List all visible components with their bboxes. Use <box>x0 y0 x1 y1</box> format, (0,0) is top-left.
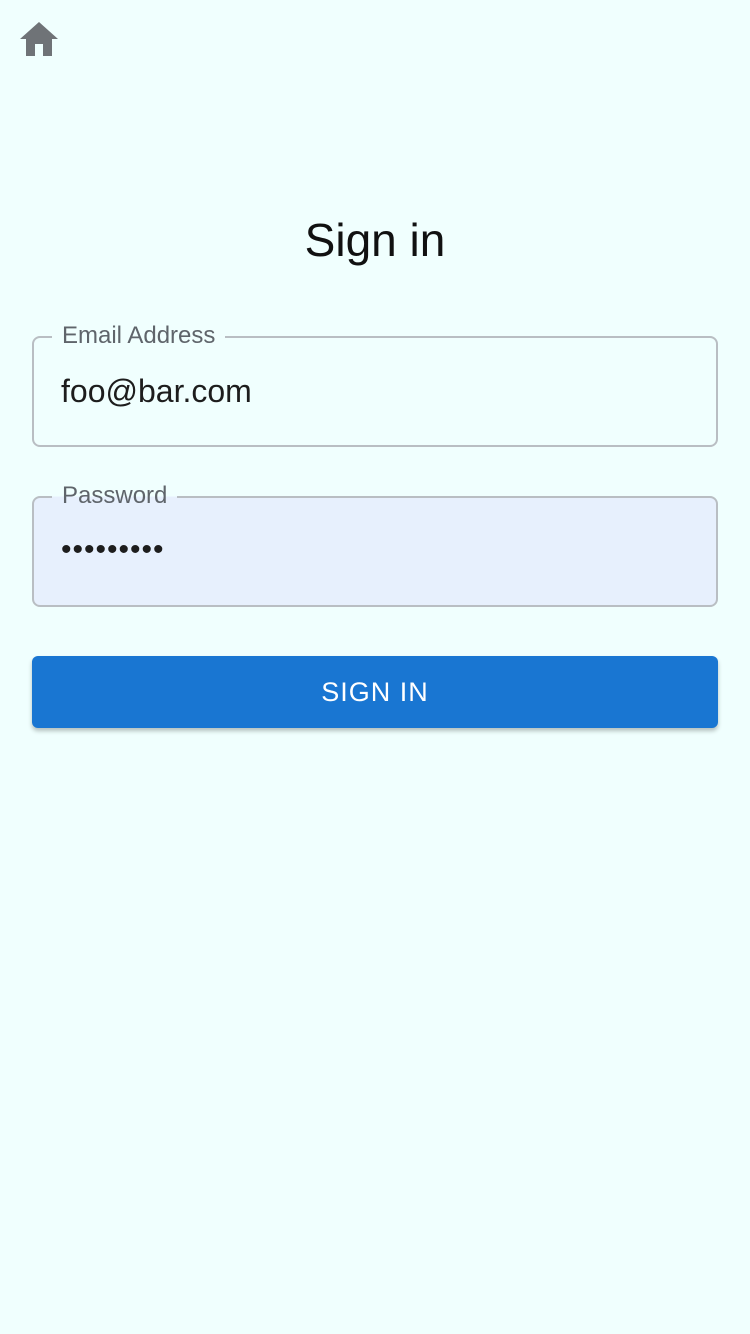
page-title: Sign in <box>304 214 446 266</box>
email-label: Email Address <box>52 322 226 350</box>
sign-in-button[interactable]: SIGN IN <box>32 656 718 728</box>
email-field[interactable]: Email Address foo@bar.com <box>32 322 718 447</box>
password-input[interactable]: ••••••••• <box>61 530 165 570</box>
password-label: Password <box>52 482 178 510</box>
password-field[interactable]: Password ••••••••• <box>32 482 718 607</box>
email-input[interactable]: foo@bar.com <box>61 371 252 411</box>
home-icon <box>18 20 60 58</box>
home-button[interactable] <box>18 20 62 60</box>
